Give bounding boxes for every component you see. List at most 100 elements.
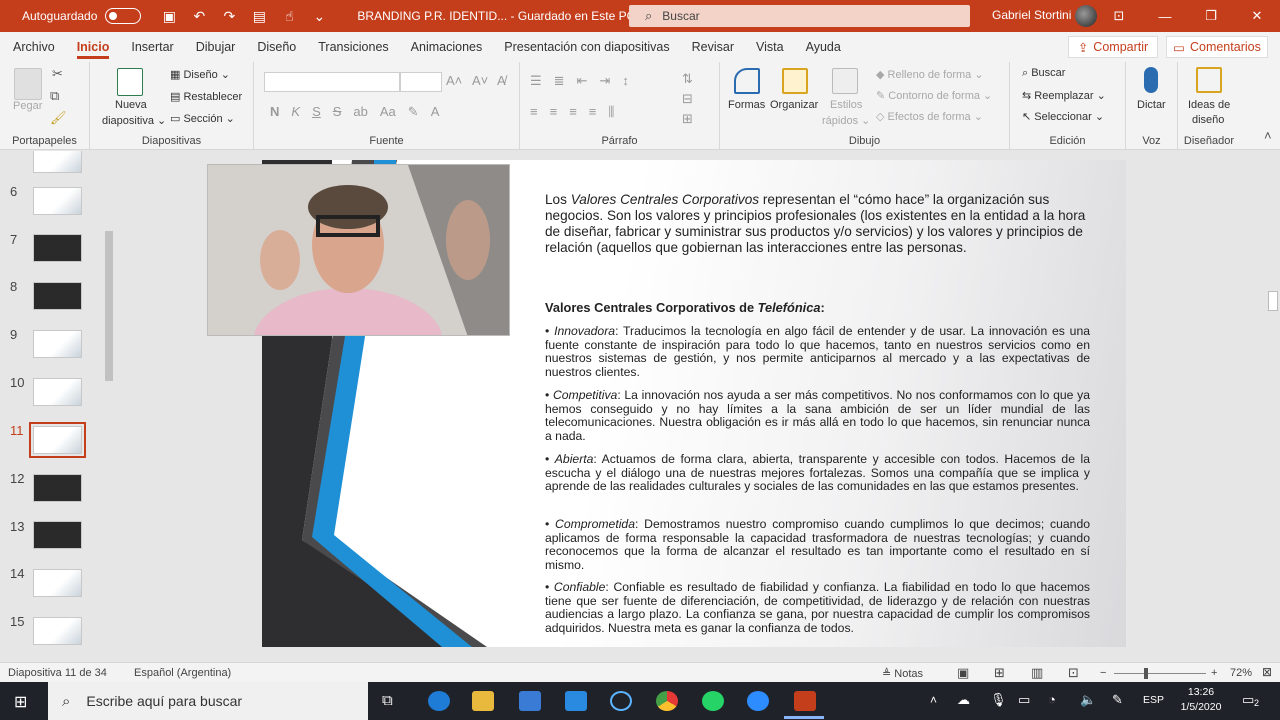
slide-thumbnail[interactable]: [33, 234, 82, 262]
shrink-font-icon[interactable]: A˅: [472, 73, 488, 88]
undo-icon[interactable]: ↶: [191, 8, 207, 25]
customize-qat-icon[interactable]: ⌄: [311, 8, 327, 25]
chrome-icon[interactable]: [656, 691, 678, 711]
justify-icon[interactable]: ≡: [589, 104, 597, 120]
notes-button[interactable]: ≜ Notas: [882, 667, 923, 680]
search-input[interactable]: ⌕ Buscar: [629, 5, 970, 27]
columns-icon[interactable]: ⫼: [608, 104, 614, 120]
volume-icon[interactable]: 🔈: [1080, 692, 1096, 708]
thumbnail-scrollbar[interactable]: [102, 151, 116, 662]
dictate-label[interactable]: Dictar: [1137, 99, 1166, 111]
underline-button[interactable]: S: [312, 104, 321, 120]
slide-thumbnail[interactable]: [33, 378, 82, 406]
align-text-icon[interactable]: ⊟: [682, 91, 693, 107]
tab-vista[interactable]: Vista: [745, 32, 795, 62]
slide-thumbnail-selected[interactable]: [29, 422, 86, 458]
align-center-icon[interactable]: ≡: [550, 104, 558, 120]
font-name-input[interactable]: [264, 72, 400, 92]
copy-icon[interactable]: ⧉: [50, 88, 59, 104]
slide-thumbnail[interactable]: [33, 282, 82, 310]
bold-button[interactable]: N: [270, 104, 279, 120]
clock[interactable]: 13:26 1/5/2020: [1176, 685, 1226, 715]
section-button[interactable]: ▭ Sección ⌄: [170, 112, 235, 125]
grow-font-icon[interactable]: A˄: [446, 73, 462, 88]
paste-icon[interactable]: [14, 68, 42, 100]
tab-transiciones[interactable]: Transiciones: [307, 32, 399, 62]
edge-icon[interactable]: [428, 691, 450, 711]
notifications-icon[interactable]: ▭: [1242, 692, 1254, 708]
close-icon[interactable]: ✕: [1234, 0, 1280, 32]
format-painter-icon[interactable]: 🖌: [50, 110, 67, 126]
align-left-icon[interactable]: ≡: [530, 104, 538, 120]
quick-styles-icon[interactable]: [832, 68, 858, 94]
bullet-innovadora[interactable]: • Innovadora: Traducimos la tecnología e…: [545, 324, 1090, 379]
collapse-ribbon-icon[interactable]: ˄: [1264, 128, 1272, 143]
cut-icon[interactable]: ✂: [52, 66, 63, 82]
arrange-icon[interactable]: [782, 68, 808, 94]
slide-subtitle[interactable]: Valores Centrales Corporativos de Telefó…: [545, 300, 1090, 315]
design-ideas-label[interactable]: Ideas de: [1188, 99, 1230, 111]
ribbon-display-icon[interactable]: ⊡: [1096, 0, 1142, 32]
slideshow-icon[interactable]: ▤: [251, 8, 267, 25]
bullet-abierta[interactable]: • Abierta: Actuamos de forma clara, abie…: [545, 452, 1090, 494]
tab-archivo[interactable]: Archivo: [0, 32, 66, 62]
decrease-indent-icon[interactable]: ⇤: [577, 73, 588, 89]
slide-thumbnail[interactable]: [33, 617, 82, 645]
zoom-icon[interactable]: [747, 691, 769, 711]
arrange-label[interactable]: Organizar: [770, 99, 818, 111]
zoom-level[interactable]: 72%: [1230, 667, 1252, 679]
tab-dibujar[interactable]: Dibujar: [185, 32, 247, 62]
slide-thumbnail[interactable]: [33, 474, 82, 502]
align-right-icon[interactable]: ≡: [569, 104, 577, 120]
network-icon[interactable]: ◔: [1048, 692, 1056, 707]
shapes-label[interactable]: Formas: [728, 99, 765, 111]
input-language[interactable]: ESP: [1143, 694, 1164, 706]
show-hidden-icons-icon[interactable]: ˄: [930, 693, 937, 707]
design-ideas-icon[interactable]: [1196, 67, 1222, 93]
new-slide-icon[interactable]: [117, 68, 143, 96]
zoom-slider-thumb[interactable]: [1144, 668, 1148, 679]
italic-button[interactable]: K: [291, 104, 300, 120]
tab-animaciones[interactable]: Animaciones: [400, 32, 494, 62]
share-button[interactable]: ⇪ Compartir: [1068, 36, 1158, 58]
document-title[interactable]: BRANDING P.R. IDENTID... - Guardado en E…: [357, 9, 648, 23]
user-name[interactable]: Gabriel Stortini: [992, 8, 1071, 22]
comments-button[interactable]: ▭ Comentarios: [1166, 36, 1268, 58]
tab-diseno[interactable]: Diseño: [246, 32, 307, 62]
mail-icon[interactable]: [565, 691, 587, 711]
tab-inicio[interactable]: Inicio: [66, 32, 121, 62]
font-size-input[interactable]: [400, 72, 442, 92]
text-direction-icon[interactable]: ⇅: [682, 71, 693, 87]
battery-icon[interactable]: ▭: [1018, 692, 1030, 708]
slide-thumbnail[interactable]: [33, 151, 82, 173]
redo-icon[interactable]: ↷: [221, 8, 237, 25]
highlight-icon[interactable]: ✎: [408, 104, 419, 120]
select-button[interactable]: ↖ Seleccionar ⌄: [1022, 110, 1104, 123]
bullets-icon[interactable]: ☰: [530, 73, 542, 89]
tab-revisar[interactable]: Revisar: [681, 32, 745, 62]
minimize-icon[interactable]: —: [1142, 0, 1188, 32]
scrollbar-thumb[interactable]: [1268, 291, 1278, 311]
taskbar-search-input[interactable]: ⌕ Escribe aquí para buscar: [48, 682, 368, 720]
replace-button[interactable]: ⇆ Reemplazar ⌄: [1022, 89, 1106, 102]
whatsapp-icon[interactable]: [702, 691, 724, 711]
windows-start-icon[interactable]: ⊞: [14, 692, 27, 712]
shapes-icon[interactable]: [734, 68, 760, 94]
language-indicator[interactable]: Español (Argentina): [134, 667, 231, 679]
line-spacing-icon[interactable]: ↕: [622, 73, 629, 89]
shape-effects-button[interactable]: ◇ Efectos de forma ⌄: [876, 110, 983, 123]
layout-button[interactable]: ▦ Diseño ⌄: [170, 68, 230, 81]
zoom-out-icon[interactable]: −: [1100, 667, 1106, 679]
slide-intro-text[interactable]: Los Valores Centrales Corporativos repre…: [545, 192, 1090, 256]
tab-presentacion[interactable]: Presentación con diapositivas: [493, 32, 680, 62]
smartart-icon[interactable]: ⊞: [682, 111, 693, 127]
strikethrough-button[interactable]: S: [333, 104, 342, 120]
slide-thumbnail[interactable]: [33, 187, 82, 215]
file-explorer-icon[interactable]: [472, 691, 494, 711]
autosave-toggle[interactable]: [105, 8, 142, 24]
store-icon[interactable]: [519, 691, 541, 711]
normal-view-icon[interactable]: ▣: [957, 665, 969, 681]
new-slide-label[interactable]: Nueva: [115, 99, 147, 111]
bullet-confiable[interactable]: • Confiable: Confiable es resultado de f…: [545, 580, 1090, 635]
font-color-icon[interactable]: A: [431, 104, 440, 120]
